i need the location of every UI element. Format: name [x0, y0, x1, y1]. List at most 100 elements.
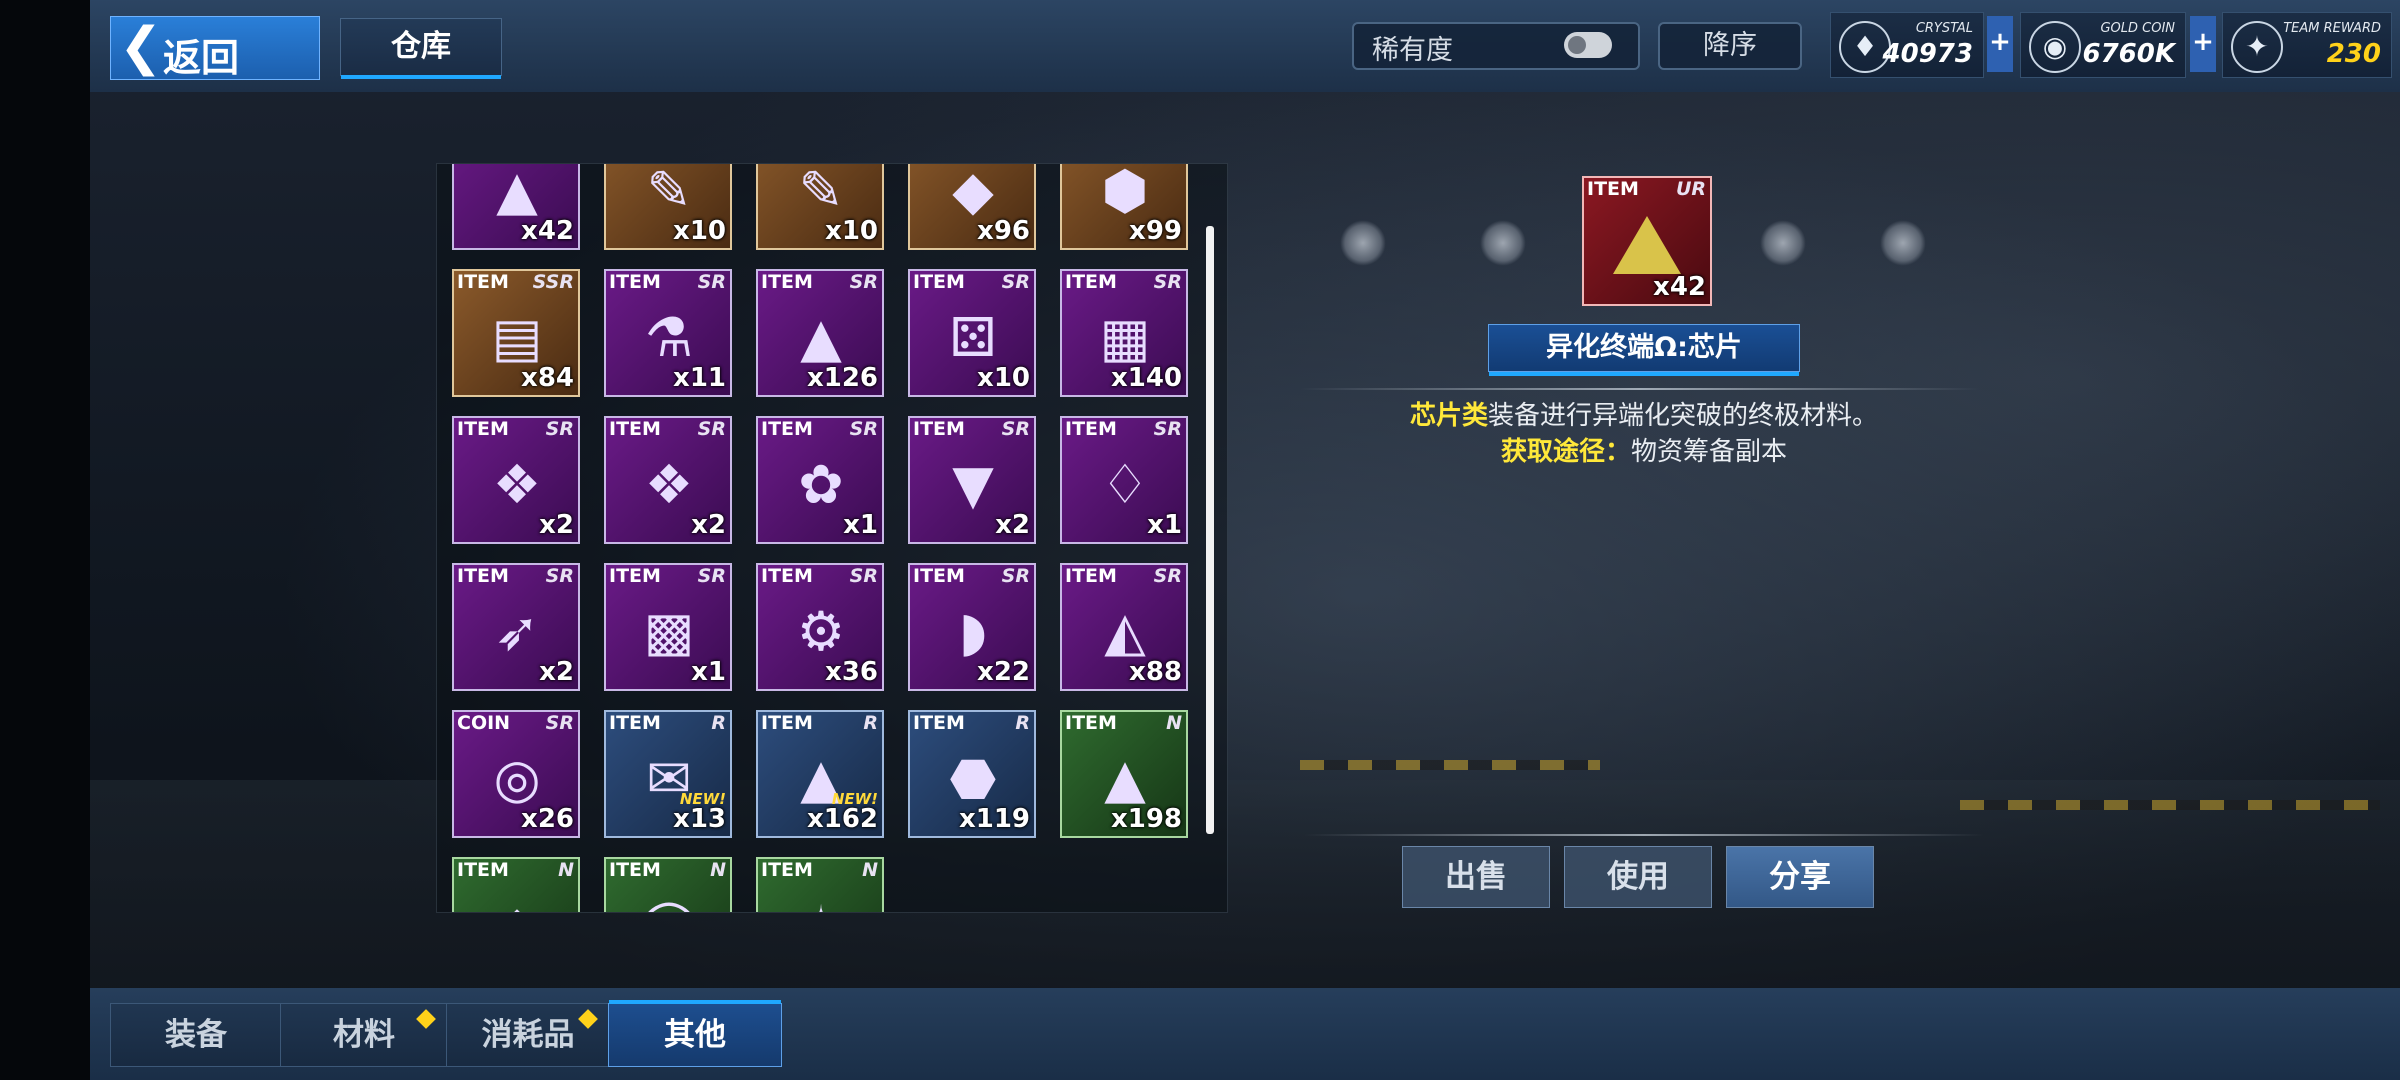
- inventory-item[interactable]: ITEM SR ▲ x126: [756, 269, 884, 397]
- inventory-item[interactable]: ITEM N ▲ x198: [1060, 710, 1188, 838]
- item-quantity: x1: [691, 657, 726, 687]
- item-type-label: ITEM: [609, 565, 661, 587]
- inventory-item[interactable]: ITEM R ✉ NEW! x13: [604, 710, 732, 838]
- inventory-item[interactable]: ITEM SR ▦ x140: [1060, 269, 1188, 397]
- chevron-left-icon: ❮: [119, 17, 163, 77]
- divider: [1300, 388, 1980, 390]
- source-value: 物资筹备副本: [1631, 437, 1788, 467]
- share-label: 分享: [1769, 859, 1831, 895]
- item-quantity: x2: [539, 657, 574, 687]
- inventory-item[interactable]: ITEM N ✧: [756, 857, 884, 912]
- sort-order-label: 降序: [1703, 30, 1757, 61]
- item-type-label: ITEM: [1065, 712, 1117, 734]
- inventory-item[interactable]: ITEM SR ❖ x2: [604, 416, 732, 544]
- item-quantity: x99: [1129, 216, 1182, 246]
- inventory-item[interactable]: ITEM SR ⚄ x10: [908, 269, 1036, 397]
- inventory-item[interactable]: ITEM SR ❖ x2: [452, 416, 580, 544]
- item-rarity-label: N: [710, 859, 726, 881]
- inventory-item[interactable]: COIN SR ◎ x26: [452, 710, 580, 838]
- tab-label: 其他: [664, 1017, 726, 1053]
- inventory-item[interactable]: ITEM SR ◗ x22: [908, 563, 1036, 691]
- item-rarity-label: UR: [1675, 178, 1706, 200]
- item-quantity: x84: [521, 363, 574, 393]
- star-emblem-icon: ✦: [2231, 21, 2283, 73]
- item-rarity-label: SR: [849, 271, 878, 293]
- item-quantity: x10: [825, 216, 878, 246]
- item-type-label: ITEM: [1065, 271, 1117, 293]
- selected-item-icon: ITEM UR x42: [1582, 176, 1712, 306]
- inventory-item[interactable]: ITEM SR ⚙ x36: [756, 563, 884, 691]
- item-rarity-label: SR: [697, 565, 726, 587]
- item-rarity-label: SR: [545, 418, 574, 440]
- tab-consumables[interactable]: 消耗品: [446, 1003, 610, 1067]
- inventory-item[interactable]: ITEMSSR✎x10: [756, 164, 884, 250]
- inventory-item[interactable]: ITEMSSR✎x10: [604, 164, 732, 250]
- item-type-label: ITEM: [761, 565, 813, 587]
- inventory-grid[interactable]: ITEMSR▲x42 ITEMSSR✎x10 ITEMSSR✎x10 ITEMSSR◆…: [436, 163, 1228, 913]
- tab-other[interactable]: 其他: [608, 1000, 782, 1067]
- inventory-item[interactable]: ITEM R ▲ NEW! x162: [756, 710, 884, 838]
- inventory-item[interactable]: ITEMSSR◆x96: [908, 164, 1036, 250]
- inventory-item[interactable]: ITEM N ◯: [604, 857, 732, 912]
- add-crystal-button[interactable]: +: [1987, 16, 2013, 72]
- inventory-item[interactable]: ITEM SR ▩ x1: [604, 563, 732, 691]
- item-quantity: x96: [977, 216, 1030, 246]
- item-type-label: ITEM: [1065, 418, 1117, 440]
- item-type-label: ITEM: [913, 271, 965, 293]
- item-type-label: ITEM: [609, 712, 661, 734]
- back-button[interactable]: ❮ 返回: [110, 16, 320, 80]
- item-rarity-label: SSR: [532, 271, 574, 293]
- item-rarity-label: SR: [1153, 271, 1182, 293]
- item-type-label: ITEM: [761, 712, 813, 734]
- item-quantity: x10: [977, 363, 1030, 393]
- item-quantity: x140: [1110, 363, 1182, 393]
- divider: [1304, 834, 1984, 836]
- inventory-item[interactable]: ITEM SR ⚗ x11: [604, 269, 732, 397]
- item-quantity: x2: [539, 510, 574, 540]
- currency-team-reward: ✦ TEAM REWARD 230: [2222, 12, 2392, 78]
- item-rarity-label: SR: [697, 271, 726, 293]
- item-quantity: x119: [958, 804, 1030, 834]
- tab-equipment[interactable]: 装备: [110, 1003, 282, 1067]
- item-quantity: x22: [977, 657, 1030, 687]
- item-rarity-label: SR: [849, 418, 878, 440]
- item-type-label: ITEM: [761, 271, 813, 293]
- rarity-filter-toggle[interactable]: 稀有度: [1352, 22, 1640, 70]
- sell-button[interactable]: 出售: [1402, 846, 1550, 908]
- sort-order-button[interactable]: 降序: [1658, 22, 1802, 70]
- use-button[interactable]: 使用: [1564, 846, 1712, 908]
- hazard-stripe: [1300, 760, 1600, 770]
- desc-text: 装备进行异端化突破的终极材料。: [1488, 401, 1879, 431]
- toggle-switch[interactable]: [1564, 32, 1612, 58]
- item-rarity-label: R: [711, 712, 726, 734]
- item-rarity-label: R: [863, 712, 878, 734]
- inventory-item[interactable]: ITEM R ⬣ x119: [908, 710, 1036, 838]
- inventory-item[interactable]: ITEM SR ✿ x1: [756, 416, 884, 544]
- item-type-label: ITEM: [609, 271, 661, 293]
- inventory-item[interactable]: ITEMSR▲x42: [452, 164, 580, 250]
- item-quantity: x1: [1147, 510, 1182, 540]
- inventory-item[interactable]: ITEM SSR ▤ x84: [452, 269, 580, 397]
- selected-item-name: 异化终端Ω:芯片: [1488, 324, 1800, 376]
- inventory-item[interactable]: ITEM SR ▼ x2: [908, 416, 1036, 544]
- inventory-item[interactable]: ITEMSSR⬢x99: [1060, 164, 1188, 250]
- chip-triangle-icon: [1612, 210, 1682, 280]
- tab-materials[interactable]: 材料: [280, 1003, 448, 1067]
- item-type-label: ITEM: [457, 859, 509, 881]
- currency-value: 40973: [1882, 39, 1973, 69]
- item-rarity-label: SR: [1153, 418, 1182, 440]
- currency-value: 230: [2326, 39, 2381, 69]
- item-type-label: ITEM: [457, 418, 509, 440]
- inventory-item[interactable]: ITEM N ◆: [452, 857, 580, 912]
- inventory-item[interactable]: ITEM SR ➶ x2: [452, 563, 580, 691]
- item-quantity: x2: [995, 510, 1030, 540]
- add-gold-button[interactable]: +: [2190, 16, 2216, 72]
- inventory-item[interactable]: ITEM SR ◭ x88: [1060, 563, 1188, 691]
- inventory-item[interactable]: ITEM SR ♢ x1: [1060, 416, 1188, 544]
- ceiling-lamp: [1880, 220, 1926, 266]
- share-button[interactable]: 分享: [1726, 846, 1874, 908]
- item-rarity-label: SR: [1001, 271, 1030, 293]
- inventory-scrollbar[interactable]: [1206, 226, 1214, 834]
- item-rarity-label: N: [1166, 712, 1182, 734]
- item-quantity: x10: [673, 216, 726, 246]
